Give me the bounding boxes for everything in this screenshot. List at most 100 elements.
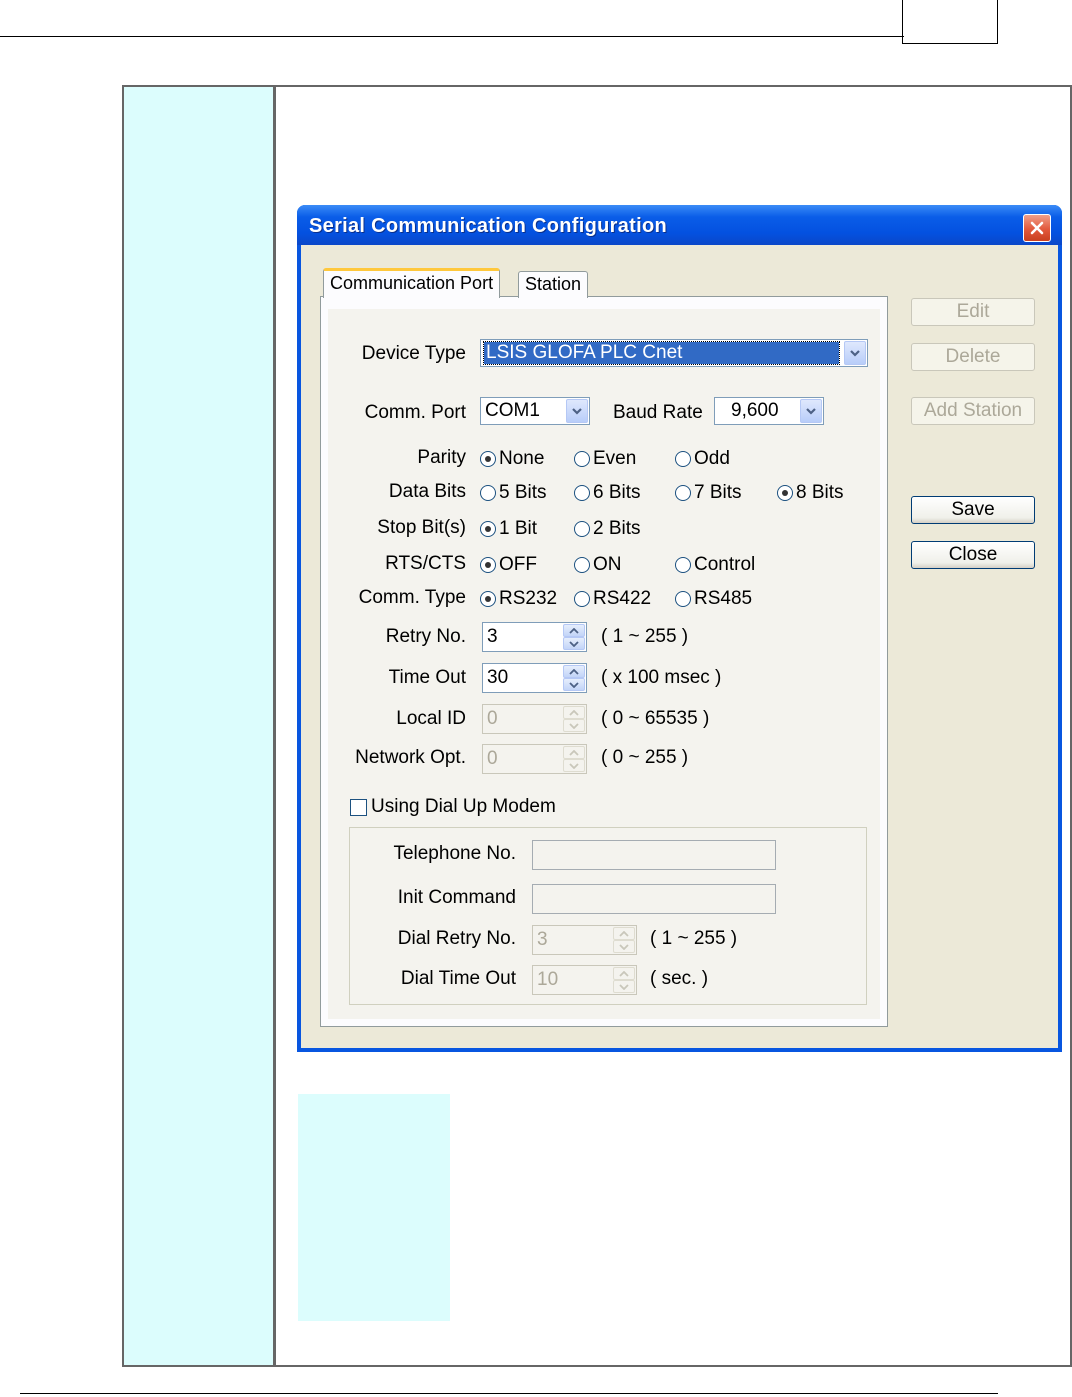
spin-down-icon xyxy=(613,940,635,953)
close-button[interactable]: Close xyxy=(911,541,1035,569)
close-window-button[interactable] xyxy=(1023,214,1051,242)
radio-icon xyxy=(675,451,691,467)
stop-bits-2-label: 2 Bits xyxy=(593,518,641,539)
comm-type-label: Comm. Type xyxy=(358,587,466,608)
device-type-combo[interactable]: LSIS GLOFA PLC Cnet xyxy=(480,339,868,367)
comm-port-value: COM1 xyxy=(485,400,540,421)
dialog-client: Communication Port Station Device Type L… xyxy=(301,245,1058,1048)
spin-up-icon xyxy=(613,967,635,980)
radio-icon xyxy=(574,485,590,501)
stop-bits-1-label: 1 Bit xyxy=(499,518,538,539)
stop-bits-1-radio[interactable]: 1 Bit xyxy=(480,518,537,540)
telephone-no-label: Telephone No. xyxy=(393,843,516,864)
spin-up-icon xyxy=(563,746,585,759)
retry-no-label: Retry No. xyxy=(385,626,466,647)
local-id-spinner: 0 xyxy=(482,704,587,734)
spin-up-icon[interactable] xyxy=(563,665,585,678)
data-bits-7-label: 7 Bits xyxy=(694,482,742,503)
close-icon xyxy=(1030,221,1044,235)
comm-type-rs232-radio[interactable]: RS232 xyxy=(480,588,557,610)
rts-cts-control-radio[interactable]: Control xyxy=(675,554,755,576)
data-bits-7-radio[interactable]: 7 Bits xyxy=(675,482,742,504)
save-button[interactable]: Save xyxy=(911,496,1035,524)
radio-icon xyxy=(574,521,590,537)
network-opt-spinner: 0 xyxy=(482,744,587,774)
rts-cts-off-label: OFF xyxy=(499,554,537,575)
network-opt-value: 0 xyxy=(487,748,498,769)
chevron-down-icon xyxy=(806,408,816,415)
add-station-button[interactable]: Add Station xyxy=(911,397,1035,425)
radio-icon xyxy=(574,557,590,573)
time-out-spinner[interactable]: 30 xyxy=(482,663,587,693)
spin-down-icon[interactable] xyxy=(563,637,585,650)
radio-selected-icon xyxy=(480,451,496,467)
edit-button[interactable]: Edit xyxy=(911,298,1035,326)
data-bits-6-label: 6 Bits xyxy=(593,482,641,503)
spin-down-icon xyxy=(613,980,635,993)
parity-odd-radio[interactable]: Odd xyxy=(675,448,730,470)
parity-even-label: Even xyxy=(593,448,637,469)
rts-cts-off-radio[interactable]: OFF xyxy=(480,554,537,576)
dial-time-out-spinner: 10 xyxy=(532,965,637,995)
data-bits-8-label: 8 Bits xyxy=(796,482,844,503)
radio-icon xyxy=(675,557,691,573)
comm-port-combo[interactable]: COM1 xyxy=(480,397,590,425)
parity-none-radio[interactable]: None xyxy=(480,448,544,470)
retry-no-range: ( 1 ~ 255 ) xyxy=(601,626,689,647)
spin-down-icon[interactable] xyxy=(563,678,585,691)
radio-selected-icon xyxy=(480,521,496,537)
note-block xyxy=(298,1094,450,1321)
baud-rate-combo[interactable]: 9,600 xyxy=(714,397,824,425)
data-bits-5-radio[interactable]: 5 Bits xyxy=(480,482,547,504)
baud-rate-label: Baud Rate xyxy=(613,402,703,423)
stop-bits-label: Stop Bit(s) xyxy=(377,517,466,538)
rts-cts-label: RTS/CTS xyxy=(385,553,466,574)
comm-port-label: Comm. Port xyxy=(364,402,466,423)
time-out-value: 30 xyxy=(487,667,509,688)
radio-icon xyxy=(574,591,590,607)
spin-down-icon xyxy=(563,759,585,772)
title-bar[interactable]: Serial Communication Configuration xyxy=(297,205,1062,245)
radio-icon xyxy=(574,451,590,467)
baud-rate-dropdown[interactable] xyxy=(800,399,822,423)
comm-type-rs232-label: RS232 xyxy=(499,588,558,609)
radio-icon xyxy=(675,591,691,607)
stop-bits-2-radio[interactable]: 2 Bits xyxy=(574,518,641,540)
comm-type-rs422-radio[interactable]: RS422 xyxy=(574,588,651,610)
tab-communication-port[interactable]: Communication Port xyxy=(323,268,501,298)
data-bits-6-radio[interactable]: 6 Bits xyxy=(574,482,641,504)
serial-config-dialog: Serial Communication Configuration Commu… xyxy=(297,205,1062,1052)
network-opt-label: Network Opt. xyxy=(355,747,466,768)
dialog-title: Serial Communication Configuration xyxy=(309,215,667,237)
spin-up-icon[interactable] xyxy=(563,624,585,637)
device-type-dropdown[interactable] xyxy=(844,341,866,365)
header-rule xyxy=(0,36,904,37)
comm-type-rs422-label: RS422 xyxy=(593,588,652,609)
radio-selected-icon xyxy=(480,557,496,573)
radio-icon xyxy=(480,485,496,501)
retry-no-spinner[interactable]: 3 xyxy=(482,622,587,652)
comm-port-dropdown[interactable] xyxy=(566,399,588,423)
dial-retry-no-label: Dial Retry No. xyxy=(397,928,516,949)
tab-station[interactable]: Station xyxy=(518,271,589,298)
radio-selected-icon xyxy=(777,485,793,501)
telephone-no-input xyxy=(532,840,776,870)
spin-up-icon xyxy=(563,706,585,719)
parity-odd-label: Odd xyxy=(694,448,730,469)
parity-none-label: None xyxy=(499,448,545,469)
radio-selected-icon xyxy=(480,591,496,607)
spin-up-icon xyxy=(613,927,635,940)
footer-rule xyxy=(20,1393,998,1394)
delete-button[interactable]: Delete xyxy=(911,343,1035,371)
baud-rate-value: 9,600 xyxy=(731,400,779,421)
page-number-box xyxy=(902,0,998,44)
data-bits-8-radio[interactable]: 8 Bits xyxy=(777,482,844,504)
rts-cts-on-radio[interactable]: ON xyxy=(574,554,622,576)
device-type-value: LSIS GLOFA PLC Cnet xyxy=(483,341,840,365)
comm-type-rs485-radio[interactable]: RS485 xyxy=(675,588,752,610)
dial-up-modem-label: Using Dial Up Modem xyxy=(371,796,556,817)
rts-cts-control-label: Control xyxy=(694,554,756,575)
dial-up-modem-checkbox[interactable]: Using Dial Up Modem xyxy=(350,796,556,818)
parity-even-radio[interactable]: Even xyxy=(574,448,636,470)
dial-time-out-label: Dial Time Out xyxy=(400,968,516,989)
